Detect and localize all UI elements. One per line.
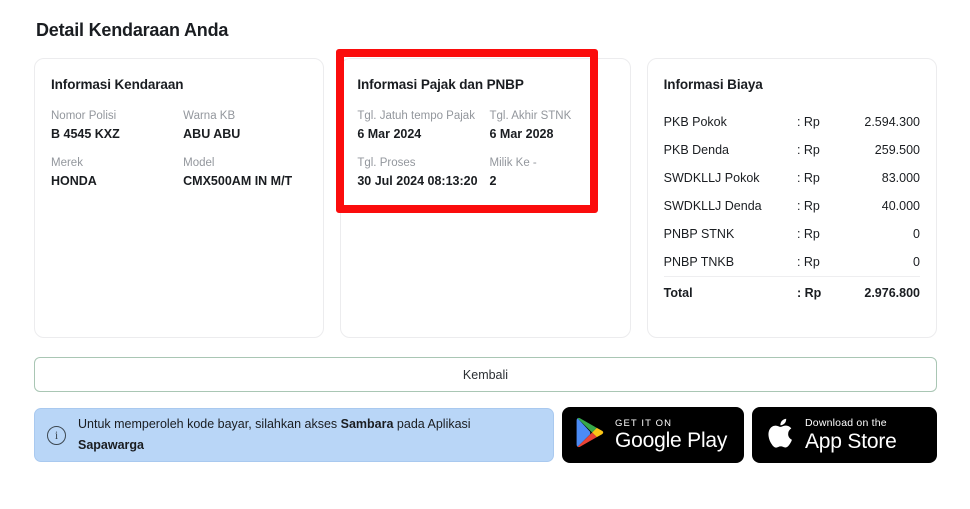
field-value: ABU ABU xyxy=(183,126,241,141)
field-label: Merek xyxy=(51,157,83,170)
field-label: Tgl. Akhir STNK xyxy=(489,110,572,122)
cost-label: SWDKLLJ Denda xyxy=(663,199,762,213)
field-label: Milik Ke - xyxy=(489,157,537,170)
table-row-total: Total : Rp 2.976.800 xyxy=(663,276,920,307)
field-label: Tgl. Proses xyxy=(357,157,416,170)
total-currency: : Rp xyxy=(796,276,844,307)
vehicle-info-title: Informasi Kendaraan xyxy=(51,77,184,92)
field-label: Nomor Polisi xyxy=(51,110,117,122)
field-model: Model CMX500AM IN M/T xyxy=(183,155,307,190)
app-store-badge[interactable]: Download on the App Store xyxy=(752,407,937,463)
field-label: Tgl. Jatuh tempo Pajak xyxy=(357,110,475,122)
cost-currency: : Rp xyxy=(796,115,820,129)
table-row: PNBP STNK : Rp 0 xyxy=(664,220,920,248)
cost-amount: 0 xyxy=(913,255,920,269)
google-play-small-label: GET IT ON xyxy=(615,417,673,429)
info-text-middle: pada Aplikasi xyxy=(393,417,471,432)
field-warna-kb: Warna KB ABU ABU xyxy=(183,108,307,143)
table-row: PKB Denda : Rp 259.500 xyxy=(664,136,920,164)
cost-label: PNBP TNKB xyxy=(663,255,735,269)
field-jatuh-tempo-pajak: Tgl. Jatuh tempo Pajak 6 Mar 2024 xyxy=(357,108,481,143)
back-button[interactable]: Kembali xyxy=(34,357,937,392)
google-play-big-label: Google Play xyxy=(615,428,728,452)
field-tgl-proses: Tgl. Proses 30 Jul 2024 08:13:20 xyxy=(357,155,481,190)
field-label: Model xyxy=(183,157,215,170)
field-akhir-stnk: Tgl. Akhir STNK 6 Mar 2028 xyxy=(489,108,613,143)
app-store-text: Download on the App Store xyxy=(805,417,897,453)
cost-amount: 259.500 xyxy=(874,143,920,157)
cost-amount: 2.594.300 xyxy=(864,115,920,129)
vehicle-info-card: Informasi Kendaraan Nomor Polisi B 4545 … xyxy=(34,58,325,338)
field-value: 6 Mar 2024 xyxy=(357,126,422,141)
cost-info-title: Informasi Biaya xyxy=(663,77,763,92)
app-store-big-label: App Store xyxy=(805,429,897,453)
payment-info-banner: i Untuk memperoleh kode bayar, silahkan … xyxy=(34,408,554,462)
table-row: SWDKLLJ Denda : Rp 40.000 xyxy=(664,192,920,220)
page-title: Detail Kendaraan Anda xyxy=(36,20,229,40)
cost-amount: 83.000 xyxy=(881,171,920,185)
field-label: Warna KB xyxy=(183,110,236,122)
total-amount: 2.976.800 xyxy=(843,276,920,307)
cost-label: PNBP STNK xyxy=(663,227,735,241)
field-milik-ke: Milik Ke - 2 xyxy=(489,155,613,190)
field-value: 2 xyxy=(489,173,497,188)
field-merek: Merek HONDA xyxy=(51,155,175,190)
google-play-text: GET IT ON Google Play xyxy=(615,418,727,453)
cost-currency: : Rp xyxy=(796,227,820,241)
cost-amount: 0 xyxy=(913,227,920,241)
cost-info-card: Informasi Biaya PKB Pokok : Rp 2.594.300… xyxy=(646,58,937,338)
cost-currency: : Rp xyxy=(796,143,820,157)
field-value: HONDA xyxy=(51,173,97,188)
google-play-badge[interactable]: GET IT ON Google Play xyxy=(562,407,744,463)
apple-logo-icon xyxy=(768,417,794,454)
info-banner-text: Untuk memperoleh kode bayar, silahkan ak… xyxy=(78,414,539,455)
info-text-sapawarga: Sapawarga xyxy=(78,438,145,452)
info-circle-icon: i xyxy=(47,425,66,445)
field-value: CMX500AM IN M/T xyxy=(183,173,293,188)
tax-pnbp-title: Informasi Pajak dan PNBP xyxy=(357,77,524,92)
table-row: PNBP TNKB : Rp 0 xyxy=(664,248,920,277)
app-store-small-label: Download on the xyxy=(805,416,887,429)
cost-amount: 40.000 xyxy=(881,199,920,213)
cost-table: PKB Pokok : Rp 2.594.300 PKB Denda : Rp … xyxy=(663,108,920,307)
table-row: PKB Pokok : Rp 2.594.300 xyxy=(664,108,920,136)
google-play-icon xyxy=(576,417,604,453)
info-cards-row: Informasi Kendaraan Nomor Polisi B 4545 … xyxy=(34,58,937,338)
cost-currency: : Rp xyxy=(796,255,820,269)
cost-label: SWDKLLJ Pokok xyxy=(663,171,760,185)
field-value: B 4545 KXZ xyxy=(51,126,120,141)
info-text-before: Untuk memperoleh kode bayar, silahkan ak… xyxy=(78,417,341,432)
cost-label: PKB Pokok xyxy=(663,115,727,129)
tax-pnbp-fields: Tgl. Jatuh tempo Pajak 6 Mar 2024 Tgl. A… xyxy=(357,108,613,190)
table-row: SWDKLLJ Pokok : Rp 83.000 xyxy=(664,164,920,192)
cost-label: PKB Denda xyxy=(663,143,729,157)
info-text-sambara: Sambara xyxy=(340,417,394,432)
cost-currency: : Rp xyxy=(796,199,820,213)
back-button-label: Kembali xyxy=(462,367,509,382)
cost-currency: : Rp xyxy=(796,171,820,185)
tax-pnbp-card: Informasi Pajak dan PNBP Tgl. Jatuh temp… xyxy=(340,58,631,338)
field-value: 30 Jul 2024 08:13:20 xyxy=(357,173,478,188)
vehicle-info-fields: Nomor Polisi B 4545 KXZ Warna KB ABU ABU… xyxy=(51,108,307,190)
vehicle-detail-page: Detail Kendaraan Anda Informasi Kendaraa… xyxy=(0,0,970,509)
field-nomor-polisi: Nomor Polisi B 4545 KXZ xyxy=(51,108,175,143)
total-label: Total xyxy=(663,276,797,307)
field-value: 6 Mar 2028 xyxy=(489,126,554,141)
